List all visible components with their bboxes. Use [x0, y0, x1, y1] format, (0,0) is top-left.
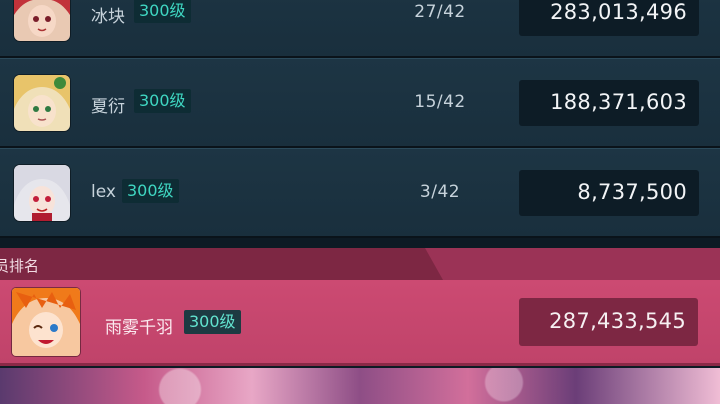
score-value: 287,433,545	[549, 309, 686, 333]
my-rank-title: 员排名	[0, 257, 40, 275]
ranking-row[interactable]: lex 300级 3/42 8,737,500	[0, 148, 720, 238]
background-artwork	[0, 368, 720, 404]
score-value: 8,737,500	[577, 180, 687, 204]
ranking-list: 冰块 300级 27/42 283,013,496 夏衍 300级 15/42 …	[0, 0, 720, 404]
header-tab-decoration	[425, 248, 720, 280]
stage-progress: 27/42	[414, 2, 466, 22]
score-box: 287,433,545	[519, 298, 698, 346]
red-hair-girl-avatar	[14, 0, 70, 41]
score-value: 283,013,496	[550, 0, 687, 24]
level-badge: 300级	[134, 0, 191, 23]
score-value: 188,371,603	[550, 90, 687, 114]
blonde-girl-avatar	[14, 75, 70, 131]
score-box: 283,013,496	[519, 0, 699, 36]
player-name: lex	[91, 182, 116, 202]
player-name: 夏衍	[91, 97, 125, 117]
score-box: 8,737,500	[519, 170, 699, 216]
level-badge: 300级	[122, 179, 179, 203]
stage-progress: 15/42	[414, 92, 466, 112]
player-name: 雨雾千羽	[105, 318, 173, 338]
level-badge: 300级	[184, 310, 241, 334]
my-rank-row[interactable]: 雨雾千羽 300级 287,433,545	[0, 280, 720, 366]
stage-progress: 3/42	[419, 182, 461, 202]
white-hair-girl-avatar	[14, 165, 70, 221]
ranking-row[interactable]: 夏衍 300级 15/42 188,371,603	[0, 58, 720, 148]
orange-hair-winking-avatar	[12, 288, 80, 356]
my-rank-header: 员排名	[0, 248, 720, 280]
player-name: 冰块	[91, 7, 125, 27]
ranking-row[interactable]: 冰块 300级 27/42 283,013,496	[0, 0, 720, 58]
score-box: 188,371,603	[519, 80, 699, 126]
level-badge: 300级	[134, 89, 191, 113]
